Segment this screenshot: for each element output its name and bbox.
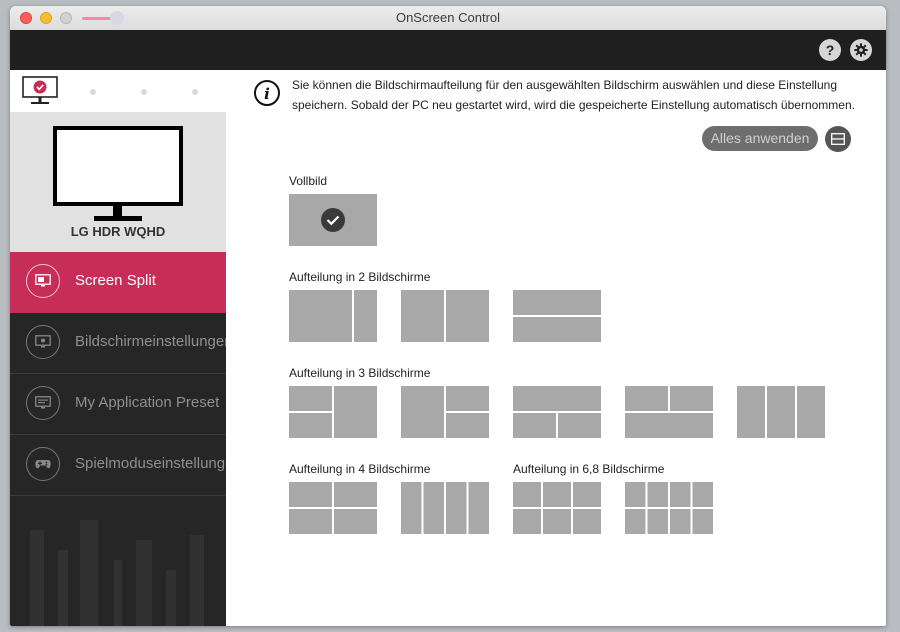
sidebar-item-app-preset[interactable]: My Application Preset (10, 374, 226, 435)
monitor-preview: LG HDR WQHD (10, 112, 226, 252)
monitor-check-icon (22, 76, 58, 104)
apply-layout-button[interactable] (825, 126, 851, 152)
layout-split4-grid[interactable] (289, 482, 377, 534)
sidebar-item-game-mode[interactable]: Spielmoduseinstellungen (10, 435, 242, 496)
screen-split-icon (26, 264, 60, 298)
info-text: Sie können die Bildschirmaufteilung für … (292, 78, 855, 112)
sidebar-item-label: Bildschirmeinstellungen (75, 333, 233, 350)
layout-split3-left-stack[interactable] (289, 386, 377, 438)
top-toolbar: ? (10, 30, 886, 70)
monitor-tab-dot[interactable] (192, 89, 198, 95)
display-icon (831, 133, 845, 145)
monitor-illustration (53, 126, 183, 221)
app-window: OnScreen Control ? LG HDR WQHD Screen Sp… (10, 6, 886, 626)
layout-split2-wide-left[interactable] (289, 290, 377, 342)
sidebar-background-texture (30, 520, 204, 626)
section-label-split4: Aufteilung in 4 Bildschirme (289, 462, 431, 476)
window-title: OnScreen Control (395, 10, 501, 25)
layout-split8-grid[interactable] (625, 482, 713, 534)
monitor-tabs (10, 70, 226, 112)
section-label-split2: Aufteilung in 2 Bildschirme (289, 270, 431, 284)
monitor-tab-dot[interactable] (90, 89, 96, 95)
section-label-fullscreen: Vollbild (289, 174, 328, 188)
layout-split3-bottom-wide[interactable] (625, 386, 713, 438)
section-label-split3: Aufteilung in 3 Bildschirme (289, 366, 431, 380)
layout-split4-columns[interactable] (401, 482, 489, 534)
app-preset-icon (26, 386, 60, 420)
sidebar-item-screen-split[interactable]: Screen Split (10, 252, 226, 313)
layout-split3-top-wide[interactable] (513, 386, 601, 438)
title-bar: OnScreen Control (10, 6, 886, 31)
layout-split6-grid[interactable] (513, 482, 601, 534)
monitor-tab-selected[interactable] (22, 76, 58, 111)
display-settings-icon (26, 325, 60, 359)
sidebar-item-label: Spielmoduseinstellungen (75, 455, 242, 472)
main-content: i Sie können die Bildschirmaufteilung fü… (226, 70, 886, 626)
monitor-name: LG HDR WQHD (70, 224, 166, 239)
info-icon: i (254, 80, 280, 106)
gamepad-icon (26, 447, 60, 481)
sidebar-item-display-settings[interactable]: Bildschirmeinstellungen (10, 313, 233, 374)
settings-button[interactable] (850, 39, 872, 61)
help-button[interactable]: ? (819, 39, 841, 61)
sidebar-item-label: Screen Split (75, 272, 156, 289)
layout-split3-columns[interactable] (737, 386, 825, 438)
svg-text:i: i (264, 85, 270, 103)
apply-all-button[interactable]: Alles anwenden (702, 126, 818, 151)
layout-split2-horizontal[interactable] (513, 290, 601, 342)
sidebar: LG HDR WQHD Screen Split Bildschirmeinst… (10, 70, 242, 626)
section-label-split68: Aufteilung in 6,8 Bildschirme (513, 462, 665, 476)
gear-icon (854, 43, 868, 57)
layout-split2-vertical[interactable] (401, 290, 489, 342)
monitor-tab-dot[interactable] (141, 89, 147, 95)
layout-fullscreen-selected[interactable] (289, 194, 377, 246)
layout-split3-right-stack[interactable] (401, 386, 489, 438)
check-icon (321, 208, 345, 232)
sidebar-item-label: My Application Preset (75, 394, 220, 411)
